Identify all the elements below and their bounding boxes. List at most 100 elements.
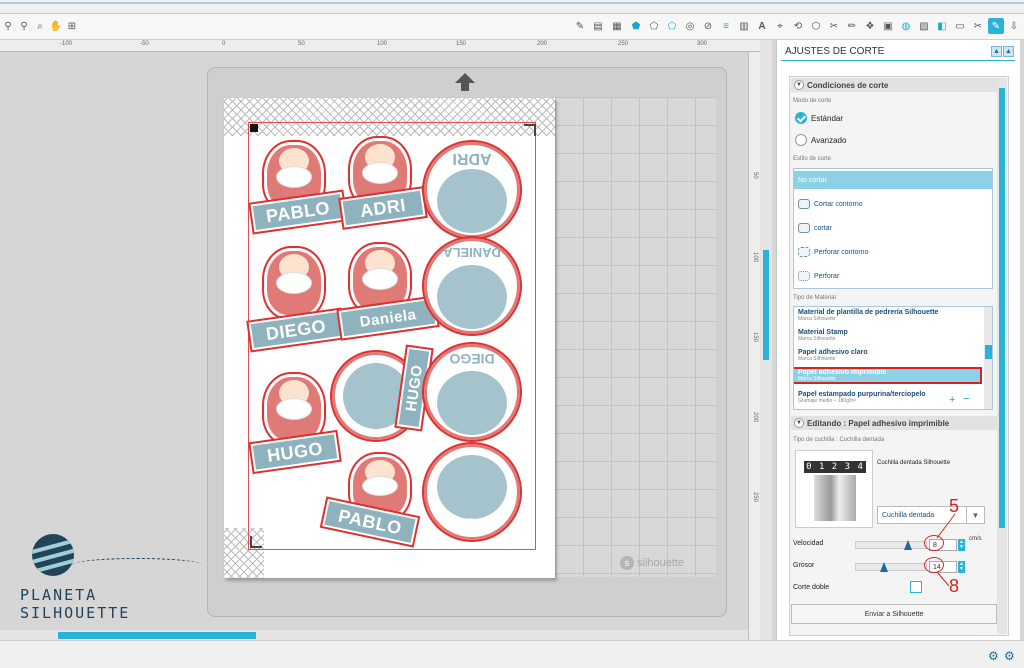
- velocidad-slider[interactable]: [855, 540, 927, 550]
- modify-icon[interactable]: ⌖: [772, 18, 788, 34]
- canvas-vertical-scrollbar[interactable]: [760, 40, 772, 640]
- thread-decoration: [72, 558, 202, 572]
- fit-page-icon[interactable]: ⊞: [64, 18, 80, 34]
- section-title: Condiciones de corte: [807, 80, 889, 90]
- fill-icon[interactable]: ⬟: [628, 18, 644, 34]
- sketch-icon[interactable]: ✏: [844, 18, 860, 34]
- trace-icon[interactable]: ✂: [826, 18, 842, 34]
- panel-expand-button[interactable]: ▲: [1003, 46, 1014, 57]
- canvas-horizontal-scrollbar[interactable]: [0, 630, 748, 640]
- send-design-icon[interactable]: ▭: [952, 18, 968, 34]
- send-to-silhouette-icon[interactable]: ⇩: [1006, 18, 1022, 34]
- silhouette-watermark: s silhouette: [620, 556, 684, 570]
- title-bar: [0, 0, 1024, 14]
- santa-beard: [276, 272, 312, 294]
- round-name-badge[interactable]: ADRI: [422, 140, 522, 240]
- add-material-icon[interactable]: +: [949, 394, 955, 406]
- grosor-slider[interactable]: [855, 562, 927, 572]
- offset-icon[interactable]: ⬡: [808, 18, 824, 34]
- ruler-tick: 150: [456, 41, 467, 47]
- panel-collapse-button[interactable]: ▲: [991, 46, 1002, 57]
- cut-settings-active-icon[interactable]: ✎: [988, 18, 1004, 34]
- shape-icon[interactable]: ⬠: [664, 18, 680, 34]
- material-item[interactable]: Material de plantilla de pedrería Silhou…: [798, 309, 978, 322]
- blade-type-label: Tipo de cuchilla : Cuchilla dentada: [793, 437, 885, 443]
- badge-center: [437, 455, 507, 519]
- scroll-thumb[interactable]: [999, 88, 1005, 528]
- scroll-thumb[interactable]: [985, 345, 992, 359]
- page-setup-icon[interactable]: ▤: [590, 18, 606, 34]
- radio-avanzado[interactable]: [795, 134, 807, 146]
- cut-style-label: Perforar: [814, 272, 840, 280]
- design-page[interactable]: PABLO ADRI ADRI DIEGO Daniela DANIELA HU…: [224, 98, 555, 578]
- line-color-icon[interactable]: ⬠: [646, 18, 662, 34]
- ruler-tick: 200: [537, 41, 548, 47]
- zoom-out-icon[interactable]: ⚲: [16, 18, 32, 34]
- cut-style-label: cortar: [814, 224, 832, 232]
- radio-avanzado-label: Avanzado: [811, 136, 847, 145]
- send-to-silhouette-button[interactable]: Enviar a Silhouette: [791, 604, 997, 624]
- cut-settings-panel: AJUSTES DE CORTE ▲ ▲ ▼ Condiciones de co…: [776, 40, 1020, 640]
- grosor-stepper[interactable]: ▲ ▼: [958, 561, 965, 573]
- blade-image: 0 1 2 3 4: [795, 450, 873, 528]
- ruler-tick: 50: [298, 41, 305, 47]
- blade-number-scale: 0 1 2 3 4: [804, 461, 866, 473]
- store-icon[interactable]: ◍: [898, 18, 914, 34]
- print-cut-icon[interactable]: ◧: [934, 18, 950, 34]
- rotate-icon[interactable]: ⟲: [790, 18, 806, 34]
- text-style-icon[interactable]: A: [754, 18, 770, 34]
- chevron-down-icon[interactable]: ▼: [794, 418, 804, 428]
- round-name-badge[interactable]: PABLO: [422, 442, 522, 542]
- toolbar: ⚲ ⚲ ⌕ ✋ ⊞ ✎ ▤ ▦ ⬟ ⬠ ⬠ ◎ ⊘ ≡ ▥ A ⌖ ⟲ ⬡ ✂ …: [0, 14, 1024, 40]
- cut-settings-icon[interactable]: ✂: [970, 18, 986, 34]
- ruler-tick: 250: [752, 492, 758, 503]
- panel-scrollbar[interactable]: [997, 78, 1007, 634]
- corte-doble-checkbox[interactable]: [910, 581, 922, 593]
- cut-style-perforar[interactable]: Perforar: [794, 267, 992, 285]
- scroll-thumb[interactable]: [58, 632, 256, 639]
- velocidad-stepper[interactable]: ▲ ▼: [958, 539, 965, 551]
- ruler-tick: 50: [752, 172, 758, 179]
- eraser-icon[interactable]: ✎: [572, 18, 588, 34]
- zoom-select-icon[interactable]: ⌕: [32, 18, 48, 34]
- settings-icon[interactable]: ⚙: [1004, 649, 1015, 663]
- scroll-thumb[interactable]: [763, 250, 769, 360]
- mat-grid: [555, 97, 716, 577]
- layers-icon[interactable]: ▧: [916, 18, 932, 34]
- velocidad-unit: cm/s: [969, 536, 982, 542]
- material-item-selected[interactable]: Papel adhesivo imprimible Marca Silhouett…: [794, 367, 982, 384]
- remove-material-icon[interactable]: −: [963, 393, 969, 405]
- pan-hand-icon[interactable]: ✋: [48, 18, 64, 34]
- zoom-in-icon[interactable]: ⚲: [0, 18, 16, 34]
- grid-icon[interactable]: ▦: [609, 18, 625, 34]
- vertical-ruler: 50 100 150 200 250: [748, 52, 760, 640]
- chevron-down-icon[interactable]: ▼: [794, 80, 804, 90]
- round-name-badge[interactable]: DANIELA: [422, 236, 522, 336]
- nesting-icon[interactable]: ❖: [862, 18, 878, 34]
- chevron-down-icon[interactable]: ▼: [966, 507, 984, 523]
- material-item[interactable]: Material Stamp Marca Silhouette: [798, 329, 978, 342]
- section-condiciones-de-corte[interactable]: ▼ Condiciones de corte: [791, 78, 997, 92]
- modo-label: Modo de corte: [793, 98, 832, 104]
- radio-estandar[interactable]: [795, 112, 807, 124]
- silhouette-logo-icon: s: [620, 556, 634, 570]
- replicate-icon[interactable]: ▥: [736, 18, 752, 34]
- shadow-icon[interactable]: ◎: [682, 18, 698, 34]
- transform-icon[interactable]: ⊘: [700, 18, 716, 34]
- slider-knob[interactable]: [904, 540, 912, 550]
- cut-style-perforar-contorno[interactable]: Perforar contorno: [794, 243, 992, 261]
- round-name-badge[interactable]: DIEGO: [422, 342, 522, 442]
- cut-style-no-cortar[interactable]: No cortar: [794, 171, 992, 189]
- slider-knob[interactable]: [880, 562, 888, 572]
- library-icon[interactable]: ▣: [880, 18, 896, 34]
- section-editando[interactable]: ▼ Editando : Papel adhesivo imprimible: [791, 416, 997, 430]
- badge-center: [437, 169, 507, 233]
- material-item[interactable]: Papel adhesivo claro Marca Silhouette: [798, 349, 978, 362]
- badge-center: [437, 265, 507, 329]
- cut-style-cortar-contorno[interactable]: Cortar contorno: [794, 195, 992, 213]
- align-icon[interactable]: ≡: [718, 18, 734, 34]
- corte-doble-label: Corte doble: [793, 584, 830, 591]
- gear-icon[interactable]: ⚙: [988, 649, 999, 663]
- material-scrollbar[interactable]: [984, 307, 992, 409]
- cut-style-cortar[interactable]: cortar: [794, 219, 992, 237]
